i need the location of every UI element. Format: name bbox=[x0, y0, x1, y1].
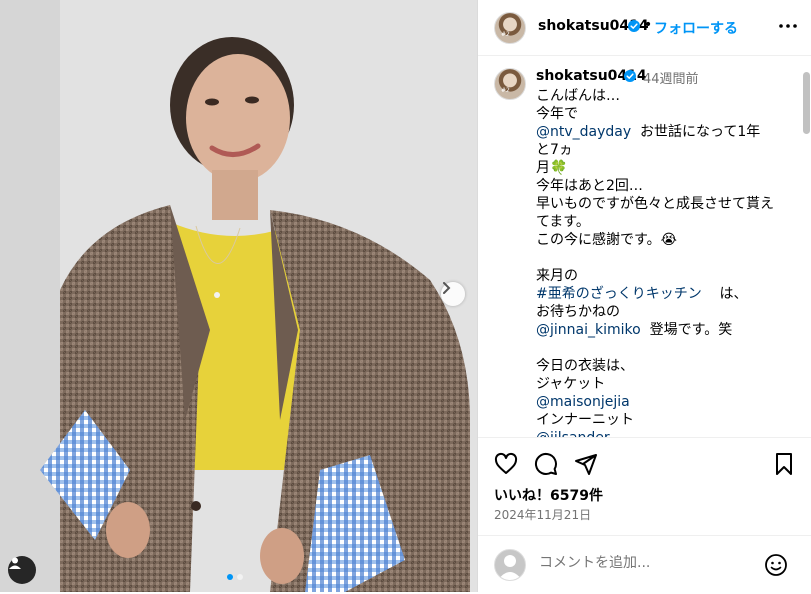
heart-icon[interactable] bbox=[494, 452, 518, 476]
carousel-dot bbox=[237, 574, 243, 580]
caption-line-text: てます。 bbox=[536, 214, 590, 230]
photo-illustration bbox=[0, 0, 477, 592]
caption-line-text: 今年で bbox=[536, 106, 578, 122]
caption-line bbox=[536, 339, 774, 357]
smiley-icon[interactable] bbox=[764, 553, 788, 577]
caption-line: 月🍀 bbox=[536, 159, 774, 177]
comment-input[interactable] bbox=[539, 555, 759, 571]
caption-line-text: 今年はあと2回… bbox=[536, 178, 643, 194]
carousel-indicator bbox=[227, 574, 243, 580]
caption-line: @jinnai_kimiko 登場です。笑 bbox=[536, 321, 774, 339]
caption-line: お待ちかねの bbox=[536, 303, 774, 321]
carousel-dot-active bbox=[227, 574, 233, 580]
bookmark-icon[interactable] bbox=[772, 452, 796, 476]
avatar-text: #2 bbox=[501, 31, 510, 38]
caption-line-text: こんばんは… bbox=[536, 88, 620, 104]
caption-line: #亜希のざっくりキッチン は、 bbox=[536, 285, 774, 303]
caption-line: この今に感謝です。😭 bbox=[536, 231, 774, 249]
mention-link[interactable]: @ntv_dayday bbox=[536, 124, 631, 140]
verified-badge-icon bbox=[628, 20, 640, 32]
chevron-right-icon bbox=[443, 282, 451, 294]
caption-section[interactable]: #2 shokatsu0414 44週間前 こんばんは… 今年で @ntv_dayd… bbox=[478, 56, 811, 437]
caption-line-text: 来月の bbox=[536, 268, 578, 284]
caption-line-text: 月🍀 bbox=[536, 160, 568, 176]
separator-dot: • bbox=[644, 17, 653, 33]
tagged-users-button[interactable] bbox=[8, 556, 36, 584]
caption-line-text: お待ちかねの bbox=[536, 304, 620, 320]
comment-box bbox=[478, 535, 811, 594]
caption-line: 今年で bbox=[536, 105, 774, 123]
caption-avatar[interactable]: #2 bbox=[494, 68, 526, 100]
caption-line-text: 今日の衣装は、 bbox=[536, 358, 634, 374]
more-horizontal-icon[interactable] bbox=[776, 14, 800, 38]
caption-line-text: 早いものですが色々と成長させて貰え bbox=[536, 196, 774, 212]
caption-line: 今年はあと2回… bbox=[536, 177, 774, 195]
next-photo-button[interactable] bbox=[441, 282, 465, 306]
default-user-icon bbox=[498, 555, 522, 580]
mention-link[interactable]: @jinnai_kimiko bbox=[536, 322, 641, 338]
caption-line: こんばんは… bbox=[536, 87, 774, 105]
follow-button[interactable]: フォローする bbox=[654, 18, 738, 38]
mention-link[interactable]: @jilsander bbox=[536, 430, 610, 437]
scrollbar[interactable] bbox=[803, 72, 810, 134]
caption-line-text: インナーニット bbox=[536, 412, 634, 428]
caption-line-text: この今に感謝です。😭 bbox=[536, 232, 677, 248]
caption-line: てます。 bbox=[536, 213, 774, 231]
paper-plane-icon[interactable] bbox=[574, 452, 598, 476]
user-tag-icon bbox=[9, 557, 21, 569]
caption-line bbox=[536, 249, 774, 267]
current-user-avatar bbox=[494, 549, 526, 581]
caption-text: こんばんは… 今年で @ntv_dayday お世話になって1年と7ヵ 月🍀 今年はあと… bbox=[536, 87, 774, 437]
caption-line: 来月の bbox=[536, 267, 774, 285]
caption-line: 早いものですが色々と成長させて貰え bbox=[536, 195, 774, 213]
verified-badge-icon bbox=[624, 70, 636, 82]
caption-line-text: は、 bbox=[701, 286, 748, 302]
mention-link[interactable]: @maisonjejia bbox=[536, 394, 630, 410]
caption-line: @jilsander bbox=[536, 429, 774, 437]
post-actions: いいね！6579件 2024年11月21日 bbox=[478, 437, 811, 593]
post-header: #2 shokatsu0414 • フォローする bbox=[478, 0, 811, 56]
avatar[interactable]: #2 bbox=[494, 12, 526, 44]
caption-line: 今日の衣装は、 bbox=[536, 357, 774, 375]
post-time: 44週間前 bbox=[643, 72, 699, 87]
avatar-text: #2 bbox=[501, 87, 510, 94]
caption-line: @ntv_dayday お世話になって1年と7ヵ bbox=[536, 123, 774, 159]
hashtag-link[interactable]: #亜希のざっくりキッチン bbox=[536, 286, 702, 302]
caption-line: @maisonjejia bbox=[536, 393, 774, 411]
post-date: 2024年11月21日 bbox=[494, 508, 592, 522]
caption-line: ジャケット bbox=[536, 375, 774, 393]
caption-line: インナーニット bbox=[536, 411, 774, 429]
likes-count[interactable]: いいね！6579件 bbox=[494, 485, 603, 505]
post-photo[interactable] bbox=[0, 0, 477, 592]
comment-bubble-icon[interactable] bbox=[534, 452, 558, 476]
post-details-panel: #2 shokatsu0414 • フォローする #2 shokatsu0414… bbox=[477, 0, 811, 592]
caption-line-text: ジャケット bbox=[536, 376, 606, 392]
caption-line-text: 登場です。笑 bbox=[640, 322, 733, 338]
